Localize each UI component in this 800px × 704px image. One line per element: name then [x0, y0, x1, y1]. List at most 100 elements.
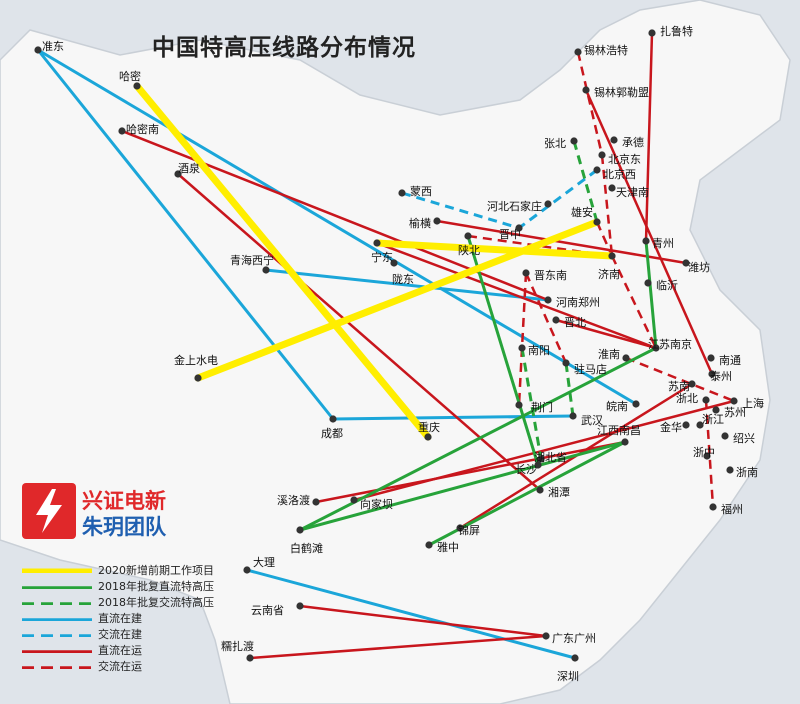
- station-marker: [433, 217, 441, 225]
- station-marker: [536, 486, 544, 494]
- station-marker: [621, 438, 629, 446]
- station-marker: [571, 654, 579, 662]
- station-label: 酒泉: [178, 161, 200, 175]
- station-marker: [34, 46, 42, 54]
- station-label: 荆门: [531, 400, 553, 414]
- legend-row: 2020新增前期工作项目: [22, 562, 214, 578]
- station-label: 江西南昌: [597, 424, 641, 437]
- station-label: 浙江: [702, 413, 724, 426]
- station-label: 长沙: [515, 463, 537, 476]
- station-marker: [350, 496, 358, 504]
- station-marker: [424, 433, 432, 441]
- station-label: 晋东南: [534, 269, 567, 282]
- station-marker: [582, 86, 590, 94]
- station-label: 锡林郭勒盟: [594, 85, 649, 99]
- station-marker: [562, 359, 570, 367]
- station-marker: [425, 541, 433, 549]
- map-legend: 2020新增前期工作项目 2018年批复直流特高压 2018年批复交流特高压 直…: [22, 562, 214, 674]
- station-marker: [709, 503, 717, 511]
- station-marker: [574, 48, 582, 56]
- station-marker: [262, 266, 270, 274]
- station-label: 江苏南京: [648, 337, 692, 351]
- station-marker: [570, 137, 578, 145]
- station-label: 陇东: [392, 272, 414, 286]
- station-marker: [518, 344, 526, 352]
- station-marker: [552, 316, 560, 324]
- station-label: 成都: [321, 427, 343, 440]
- station-marker: [682, 421, 690, 429]
- station-label: 重庆: [418, 420, 440, 434]
- station-marker: [721, 432, 729, 440]
- station-label: 河南郑州: [556, 295, 600, 309]
- station-label: 宁东: [371, 250, 393, 264]
- station-marker: [329, 415, 337, 423]
- station-label: 潍坊: [688, 260, 710, 274]
- station-marker: [608, 184, 616, 192]
- legend-row: 2018年批复交流特高压: [22, 594, 214, 610]
- station-marker: [707, 354, 715, 362]
- station-marker: [593, 218, 601, 226]
- station-marker: [544, 296, 552, 304]
- station-label: 哈密南: [126, 122, 159, 136]
- station-label: 溪洛渡: [277, 493, 310, 507]
- station-marker: [464, 232, 472, 240]
- station-label: 福州: [721, 502, 743, 516]
- legend-label: 直流在运: [98, 644, 142, 657]
- station-label: 天津南: [616, 186, 649, 199]
- station-marker: [296, 526, 304, 534]
- station-label: 深圳: [557, 670, 579, 683]
- logo-line2: 朱玥团队: [82, 515, 166, 539]
- map-title: 中国特高压线路分布情况: [152, 35, 416, 61]
- legend-swatch-blue-dashed: [22, 634, 92, 637]
- station-label: 青州: [652, 237, 674, 250]
- station-marker: [133, 82, 141, 90]
- station-marker: [730, 397, 738, 405]
- station-marker: [622, 354, 630, 362]
- station-label: 皖南: [606, 399, 628, 413]
- station-label: 锦屏: [458, 523, 480, 537]
- station-label: 浙北: [676, 392, 698, 405]
- station-label: 向家坝: [360, 497, 393, 511]
- station-label: 张北: [544, 137, 566, 150]
- station-label: 湘潭: [548, 485, 570, 499]
- legend-label: 交流在运: [98, 660, 142, 673]
- station-label: 蒙西: [410, 185, 432, 198]
- station-label: 浙南: [736, 466, 758, 479]
- legend-swatch-blue-solid: [22, 618, 92, 621]
- station-label: 金上水电: [174, 353, 218, 367]
- station-marker: [312, 498, 320, 506]
- station-label: 北京西: [603, 167, 636, 181]
- station-label: 榆横: [409, 216, 431, 230]
- brand-logo: 兴证电新 朱玥团队: [22, 483, 192, 543]
- legend-row: 交流在运: [22, 658, 214, 674]
- station-marker: [593, 166, 601, 174]
- legend-label: 2020新增前期工作项目: [98, 564, 214, 577]
- station-label: 南阳: [528, 344, 550, 357]
- legend-swatch-green-dashed: [22, 602, 92, 605]
- station-label: 雄安: [571, 205, 593, 219]
- station-label: 晋北: [564, 316, 586, 329]
- station-marker: [610, 136, 618, 144]
- station-label: 绍兴: [733, 431, 755, 445]
- legend-row: 2018年批复直流特高压: [22, 578, 214, 594]
- legend-label: 2018年批复直流特高压: [98, 580, 214, 593]
- station-label: 锡林浩特: [584, 43, 628, 57]
- station-marker: [243, 566, 251, 574]
- station-label: 苏州: [724, 406, 746, 419]
- legend-label: 2018年批复交流特高压: [98, 596, 214, 609]
- station-marker: [246, 654, 254, 662]
- station-marker: [642, 237, 650, 245]
- legend-swatch-red-dashed: [22, 666, 92, 669]
- station-marker: [544, 200, 552, 208]
- station-marker: [632, 400, 640, 408]
- legend-swatch-red-solid: [22, 650, 92, 653]
- station-marker: [522, 269, 530, 277]
- station-marker: [542, 632, 550, 640]
- station-label: 陕北: [458, 243, 480, 257]
- station-marker: [726, 466, 734, 474]
- station-marker: [194, 374, 202, 382]
- station-label: 白鹤滩: [290, 541, 323, 555]
- station-label: 金华: [660, 420, 682, 434]
- station-label: 扎鲁特: [660, 24, 693, 38]
- legend-swatch-green-solid: [22, 586, 92, 589]
